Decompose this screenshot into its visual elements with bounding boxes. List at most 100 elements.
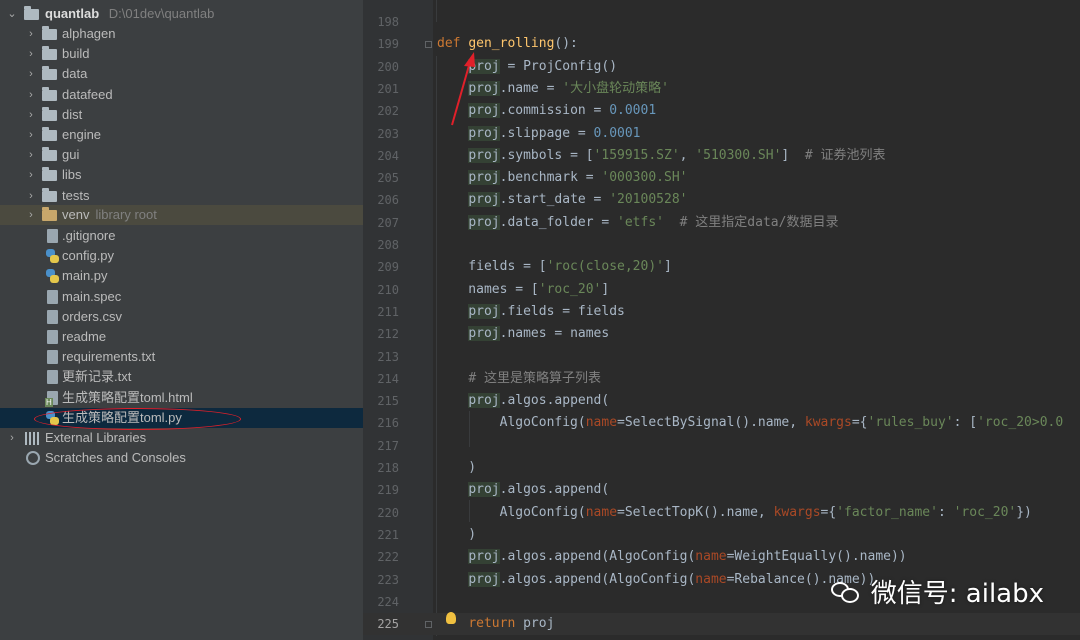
tree-folder-dist[interactable]: › dist [0,105,363,125]
line-number: 206 [377,193,399,208]
folder-icon [42,207,57,221]
chevron-right-icon[interactable]: › [25,85,37,105]
chevron-right-icon[interactable]: › [25,165,37,185]
root-path: D:\01dev\quantlab [108,6,215,21]
code-line[interactable]: 205 proj.benchmark = '000300.SH' [363,167,1080,189]
chevron-right-icon[interactable]: › [6,428,18,448]
code-text: proj.names = names [468,326,610,342]
code-line[interactable]: 211 proj.fields = fields [363,301,1080,323]
tree-folder-data[interactable]: › data [0,64,363,84]
scratches-icon [26,451,40,465]
watermark-text: 微信号: ailabx [870,579,1044,609]
tree-file[interactable]: 更新记录.txt [0,367,363,387]
line-number: 219 [377,483,399,498]
chevron-right-icon[interactable]: › [25,145,37,165]
chevron-right-icon[interactable]: › [25,64,37,84]
venv-label: venv [62,207,90,222]
python-file-icon [46,269,59,284]
line-number: 215 [377,394,399,409]
code-line[interactable]: 212 proj.names = names [363,323,1080,345]
code-text: names = ['roc_20'] [437,281,610,297]
chevron-right-icon[interactable]: › [25,125,37,145]
tree-folder-build[interactable]: › build [0,44,363,64]
tree-file[interactable]: main.spec [0,287,363,307]
line-number: 203 [377,126,399,141]
tree-scratches[interactable]: Scratches and Consoles [0,448,363,468]
code-editor[interactable]: 198 199 def gen_rolling(): 200 proj = ProjC… [363,0,1080,640]
code-line[interactable]: 199 def gen_rolling(): [363,33,1080,55]
fold-marker-icon[interactable] [425,621,432,629]
code-text: proj.benchmark = '000300.SH' [468,170,688,186]
line-number: 225 [377,617,399,632]
python-file-icon [46,249,59,264]
code-text: proj.algos.append(AlgoConfig(name=Rebala… [468,571,876,587]
line-number: 214 [377,371,399,386]
line-number: 224 [377,594,399,609]
line-number: 213 [377,349,399,364]
code-line[interactable]: 207 proj.data_folder = 'etfs' # 这里指定data… [363,212,1080,234]
tree-file[interactable]: main.py [0,266,363,286]
chevron-right-icon[interactable]: › [25,44,37,64]
code-line[interactable]: 218 ) [363,457,1080,479]
fold-marker-icon[interactable] [425,41,432,49]
tree-folder-gui[interactable]: › gui [0,145,363,165]
chevron-right-icon[interactable]: › [25,105,37,125]
code-text: proj.slippage = 0.0001 [468,125,641,141]
code-text: proj.fields = fields [468,303,625,319]
code-line[interactable]: 225 return proj [363,613,1080,636]
code-line[interactable]: 202 proj.commission = 0.0001 [363,100,1080,122]
code-line[interactable]: 220 AlgoConfig(name=SelectTopK().name, k… [363,502,1080,524]
code-line[interactable]: 215 proj.algos.append( [363,390,1080,412]
code-line[interactable]: 200 proj = ProjConfig() [363,56,1080,78]
code-line[interactable]: 213 [363,346,1080,368]
code-line[interactable]: 221 ) [363,524,1080,546]
folder-icon [42,66,57,81]
code-line[interactable]: 216 AlgoConfig(name=SelectBySignal().nam… [363,412,1080,434]
code-line[interactable]: 208 [363,234,1080,256]
tree-folder-venv[interactable]: › venv library root [0,205,363,225]
file-label: config.py [62,248,115,264]
tree-file[interactable]: config.py [0,246,363,266]
lightbulb-icon[interactable] [446,612,456,624]
tree-file[interactable]: readme [0,327,363,347]
code-line[interactable]: 214 # 这里是策略算子列表 [363,368,1080,390]
code-line[interactable]: 204 proj.symbols = ['159915.SZ', '510300… [363,145,1080,167]
line-number: 205 [377,171,399,186]
annotation-ellipse [34,408,241,430]
tree-folder-libs[interactable]: › libs [0,165,363,185]
chevron-right-icon[interactable]: › [25,186,37,206]
code-text: proj.algos.append(AlgoConfig(name=Weight… [468,549,907,565]
chevron-right-icon[interactable]: › [25,205,37,225]
line-number: 211 [377,304,399,319]
chevron-down-icon[interactable]: ⌄ [6,4,18,24]
tree-folder-engine[interactable]: › engine [0,125,363,145]
code-text: def gen_rolling(): [437,36,578,52]
code-line[interactable]: 201 proj.name = '大小盘轮动策略' [363,78,1080,100]
tree-file[interactable]: requirements.txt [0,347,363,367]
tree-root-quantlab[interactable]: ⌄ quantlab D:\01dev\quantlab [0,4,363,24]
code-text: ) [437,460,477,475]
tree-folder-datafeed[interactable]: › datafeed [0,85,363,105]
line-number: 223 [377,572,399,587]
code-line[interactable]: 217 [363,435,1080,457]
tree-folder-tests[interactable]: › tests [0,186,363,206]
code-line[interactable]: 209 fields = ['roc(close,20)'] [363,256,1080,278]
chevron-right-icon[interactable]: › [25,24,37,44]
code-text: proj.algos.append( [468,393,610,409]
code-line[interactable]: 219 proj.algos.append( [363,479,1080,501]
tree-file[interactable]: 生成策略配置toml.html [0,388,363,408]
code-line[interactable]: 203 proj.slippage = 0.0001 [363,123,1080,145]
code-line[interactable]: 198 [363,11,1080,33]
code-text: fields = ['roc(close,20)'] [437,259,672,275]
line-number: 200 [377,59,399,74]
line-number: 198 [377,15,399,29]
tree-folder-alphagen[interactable]: › alphagen [0,24,363,44]
tree-file[interactable]: .gitignore [0,226,363,246]
tree-external-libraries[interactable]: › External Libraries [0,428,363,448]
code-line[interactable]: 222 proj.algos.append(AlgoConfig(name=We… [363,546,1080,568]
folder-icon [42,187,57,202]
code-line[interactable]: 206 proj.start_date = '20100528' [363,189,1080,211]
tree-file[interactable]: orders.csv [0,307,363,327]
code-line[interactable]: 210 names = ['roc_20'] [363,279,1080,301]
folder-label: libs [62,167,82,183]
